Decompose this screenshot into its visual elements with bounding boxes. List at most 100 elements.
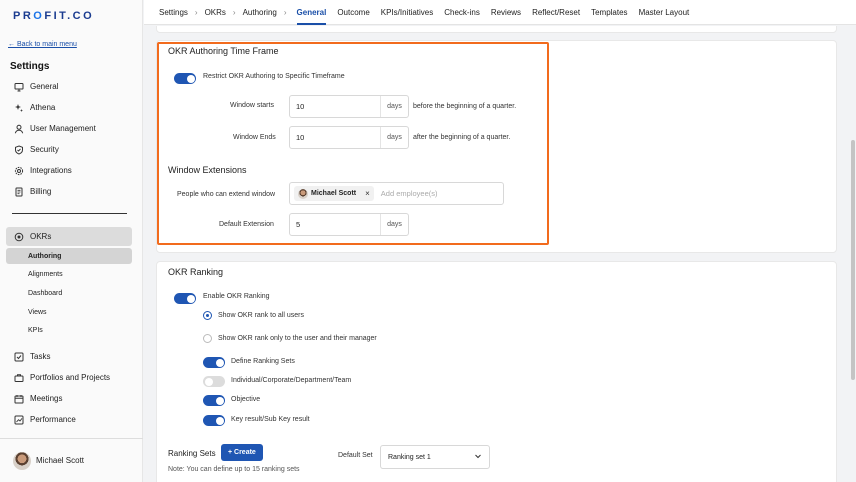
enable-ranking-toggle[interactable] — [174, 293, 196, 304]
radio-show-manager[interactable] — [203, 334, 212, 343]
sidebar-item-tasks[interactable]: Tasks — [6, 348, 132, 365]
objective-toggle[interactable] — [203, 395, 225, 406]
sidebar-item-meetings[interactable]: Meetings — [6, 390, 132, 407]
radio-show-all-label: Show OKR rank to all users — [218, 312, 304, 319]
window-ends-value: 10 — [296, 133, 305, 142]
define-ranking-sets-toggle[interactable] — [203, 357, 225, 368]
window-starts-value: 10 — [296, 102, 305, 111]
chip-name: Michael Scott — [311, 190, 357, 197]
receipt-icon — [14, 187, 24, 197]
sidebar-item-label: Tasks — [30, 352, 51, 361]
top-navigation: Settings › OKRs › Authoring › General Ou… — [144, 0, 856, 25]
avatar — [13, 451, 31, 470]
sidebar-item-label: OKRs — [30, 232, 52, 241]
sidebar-item-athena[interactable]: Athena — [6, 99, 132, 116]
ranking-sets-note: Note: You can define up to 15 ranking se… — [168, 466, 300, 473]
sidebar-subitem-kpis[interactable]: KPIs — [6, 322, 132, 338]
add-employee-placeholder: Add employee(s) — [380, 189, 438, 198]
default-extension-input[interactable]: 5 days — [289, 213, 409, 236]
sparkle-icon — [14, 103, 24, 113]
employee-chip: Michael Scott × — [294, 186, 374, 201]
gear-icon — [14, 166, 24, 176]
create-button[interactable]: + Create — [221, 444, 263, 461]
window-ends-input[interactable]: 10 days — [289, 126, 409, 149]
sidebar-item-label: Athena — [30, 103, 56, 112]
sidebar-item-label: User Management — [30, 124, 96, 133]
target-icon — [14, 232, 24, 242]
radio-show-all[interactable] — [203, 311, 212, 320]
default-extension-unit: days — [380, 214, 408, 235]
key-result-label: Key result/Sub Key result — [231, 416, 310, 423]
tab-outcome[interactable]: Outcome — [337, 8, 369, 17]
window-starts-label: Window starts — [230, 102, 274, 109]
window-starts-unit: days — [380, 96, 408, 117]
back-to-main-menu-link[interactable]: ← Back to main menu — [8, 41, 77, 48]
sidebar-item-portfolios[interactable]: Portfolios and Projects — [6, 369, 132, 386]
scrollbar[interactable] — [851, 140, 855, 380]
sidebar-subitem-authoring[interactable]: Authoring — [6, 248, 132, 264]
tab-reviews[interactable]: Reviews — [491, 8, 521, 17]
sidebar-item-billing[interactable]: Billing — [6, 183, 132, 200]
sidebar-item-user-management[interactable]: User Management — [6, 120, 132, 137]
chart-icon — [14, 415, 24, 425]
key-result-toggle[interactable] — [203, 415, 225, 426]
briefcase-icon — [14, 373, 24, 383]
user-profile[interactable]: Michael Scott — [0, 438, 143, 482]
user-icon — [14, 124, 24, 134]
restrict-label: Restrict OKR Authoring to Specific Timef… — [203, 73, 345, 80]
timeframe-title: OKR Authoring Time Frame — [168, 46, 279, 56]
window-ends-label: Window Ends — [233, 134, 276, 141]
objective-label: Objective — [231, 396, 261, 403]
sidebar-subitem-dashboard[interactable]: Dashboard — [6, 285, 132, 301]
define-ranking-sets-label: Define Ranking Sets — [231, 358, 295, 365]
checkbox-icon — [14, 352, 24, 362]
sidebar-item-integrations[interactable]: Integrations — [6, 162, 132, 179]
tab-kpis-initiatives[interactable]: KPIs/Initiatives — [381, 8, 433, 17]
sidebar-item-performance[interactable]: Performance — [6, 411, 132, 428]
previous-card — [156, 26, 837, 33]
sidebar-item-okrs[interactable]: OKRs — [6, 227, 132, 246]
avatar — [298, 188, 308, 199]
close-icon[interactable]: × — [365, 189, 370, 198]
sidebar-item-label: Portfolios and Projects — [30, 373, 111, 382]
enable-ranking-label: Enable OKR Ranking — [203, 293, 270, 300]
breadcrumb-authoring[interactable]: Authoring — [243, 8, 277, 17]
people-input[interactable]: Michael Scott × Add employee(s) — [289, 182, 504, 205]
breadcrumb-settings[interactable]: Settings — [159, 8, 188, 17]
chevron-down-icon — [474, 452, 482, 462]
settings-heading: Settings — [10, 61, 50, 72]
default-set-select[interactable]: Ranking set 1 — [380, 445, 490, 469]
window-ends-suffix: after the beginning of a quarter. — [413, 134, 511, 141]
window-ends-unit: days — [380, 127, 408, 148]
tab-check-ins[interactable]: Check-ins — [444, 8, 480, 17]
sidebar-item-general[interactable]: General — [6, 78, 132, 95]
sidebar: PROFIT.CO ← Back to main menu Settings G… — [0, 0, 143, 482]
tab-general[interactable]: General — [296, 8, 326, 25]
radio-show-manager-label: Show OKR rank only to the user and their… — [218, 335, 377, 342]
ranking-title: OKR Ranking — [168, 267, 224, 277]
restrict-toggle[interactable] — [174, 73, 196, 84]
default-extension-value: 5 — [296, 220, 301, 229]
calendar-icon — [14, 394, 24, 404]
chevron-right-icon: › — [232, 7, 236, 17]
individual-corporate-toggle[interactable] — [203, 376, 225, 387]
sidebar-subitem-alignments[interactable]: Alignments — [6, 266, 132, 282]
sidebar-item-label: Meetings — [30, 394, 63, 403]
tab-templates[interactable]: Templates — [591, 8, 627, 17]
extensions-title: Window Extensions — [168, 165, 247, 175]
sidebar-item-security[interactable]: Security — [6, 141, 132, 158]
people-label: People who can extend window — [177, 191, 276, 198]
window-starts-input[interactable]: 10 days — [289, 95, 409, 118]
sidebar-subitem-views[interactable]: Views — [6, 304, 132, 320]
breadcrumb-okrs[interactable]: OKRs — [205, 8, 226, 17]
shield-icon — [14, 144, 24, 155]
profit-logo[interactable]: PROFIT.CO — [13, 10, 94, 22]
sidebar-item-label: Billing — [30, 187, 52, 196]
tab-reflect-reset[interactable]: Reflect/Reset — [532, 8, 580, 17]
tab-master-layout[interactable]: Master Layout — [639, 8, 690, 17]
default-set-value: Ranking set 1 — [388, 453, 431, 461]
window-starts-suffix: before the beginning of a quarter. — [413, 103, 517, 110]
chevron-right-icon: › — [194, 7, 198, 17]
default-extension-label: Default Extension — [219, 221, 274, 228]
chevron-right-icon: › — [283, 7, 287, 17]
